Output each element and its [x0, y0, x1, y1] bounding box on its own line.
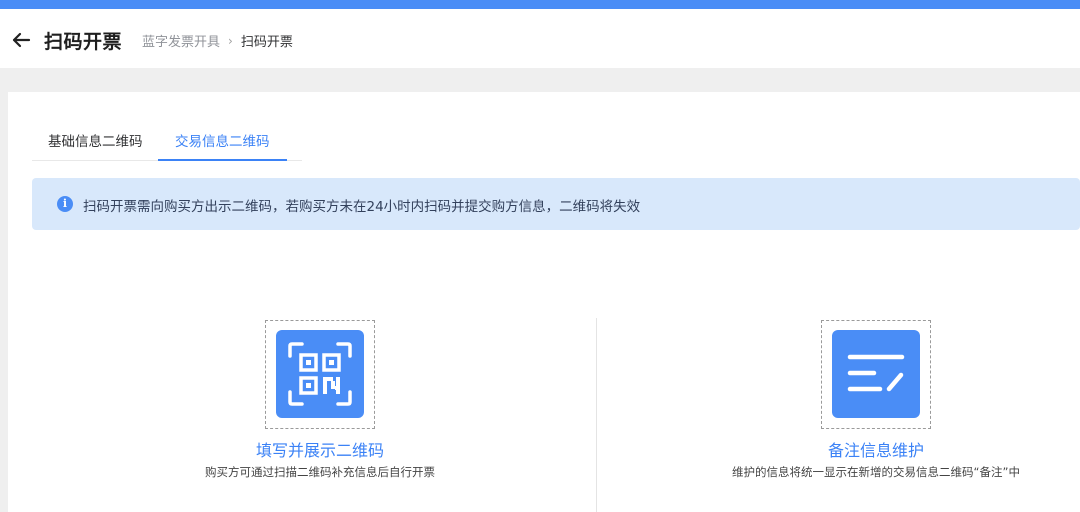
- back-arrow-icon[interactable]: [10, 29, 32, 51]
- tab-bar: 基础信息二维码 交易信息二维码: [32, 120, 1080, 162]
- option-title[interactable]: 备注信息维护: [626, 437, 1080, 461]
- info-notice: i 扫码开票需向购买方出示二维码，若购买方未在24小时内扫码并提交购方信息，二维…: [32, 178, 1080, 230]
- tab-transaction-info-qr[interactable]: 交易信息二维码: [175, 130, 270, 150]
- top-accent-bar: [0, 0, 1080, 9]
- options-divider: [596, 318, 597, 512]
- qr-icon-frame: [265, 320, 375, 429]
- breadcrumb-item-current: 扫码开票: [240, 35, 293, 50]
- tab-basic-info-qr[interactable]: 基础信息二维码: [48, 130, 143, 150]
- breadcrumb: 蓝字发票开具 › 扫码开票: [142, 31, 293, 51]
- active-tab-indicator: [158, 159, 287, 161]
- page-title: 扫码开票: [44, 31, 123, 53]
- option-description: 购买方可通过扫描二维码补充信息后自行开票: [205, 465, 435, 479]
- note-edit-icon[interactable]: [832, 330, 920, 418]
- option-description: 维护的信息将统一显示在新增的交易信息二维码“备注”中: [732, 465, 1020, 479]
- option-title[interactable]: 填写并展示二维码: [70, 437, 570, 461]
- chevron-right-icon: ›: [228, 33, 233, 48]
- qr-code-icon[interactable]: [276, 330, 364, 418]
- main-card: 基础信息二维码 交易信息二维码 i 扫码开票需向购买方出示二维码，若购买方未在2…: [8, 92, 1080, 512]
- fill-and-show-qr-option[interactable]: 填写并展示二维码 购买方可通过扫描二维码补充信息后自行开票: [70, 320, 570, 480]
- page-header: 扫码开票 蓝字发票开具 › 扫码开票: [0, 9, 1080, 68]
- note-icon-frame: [821, 320, 931, 429]
- info-icon: i: [57, 196, 73, 212]
- notice-text: 扫码开票需向购买方出示二维码，若购买方未在24小时内扫码并提交购方信息，二维码将…: [83, 199, 641, 215]
- note-info-maintain-option[interactable]: 备注信息维护 维护的信息将统一显示在新增的交易信息二维码“备注”中: [626, 320, 1080, 480]
- breadcrumb-item-invoice-issue[interactable]: 蓝字发票开具: [142, 31, 220, 50]
